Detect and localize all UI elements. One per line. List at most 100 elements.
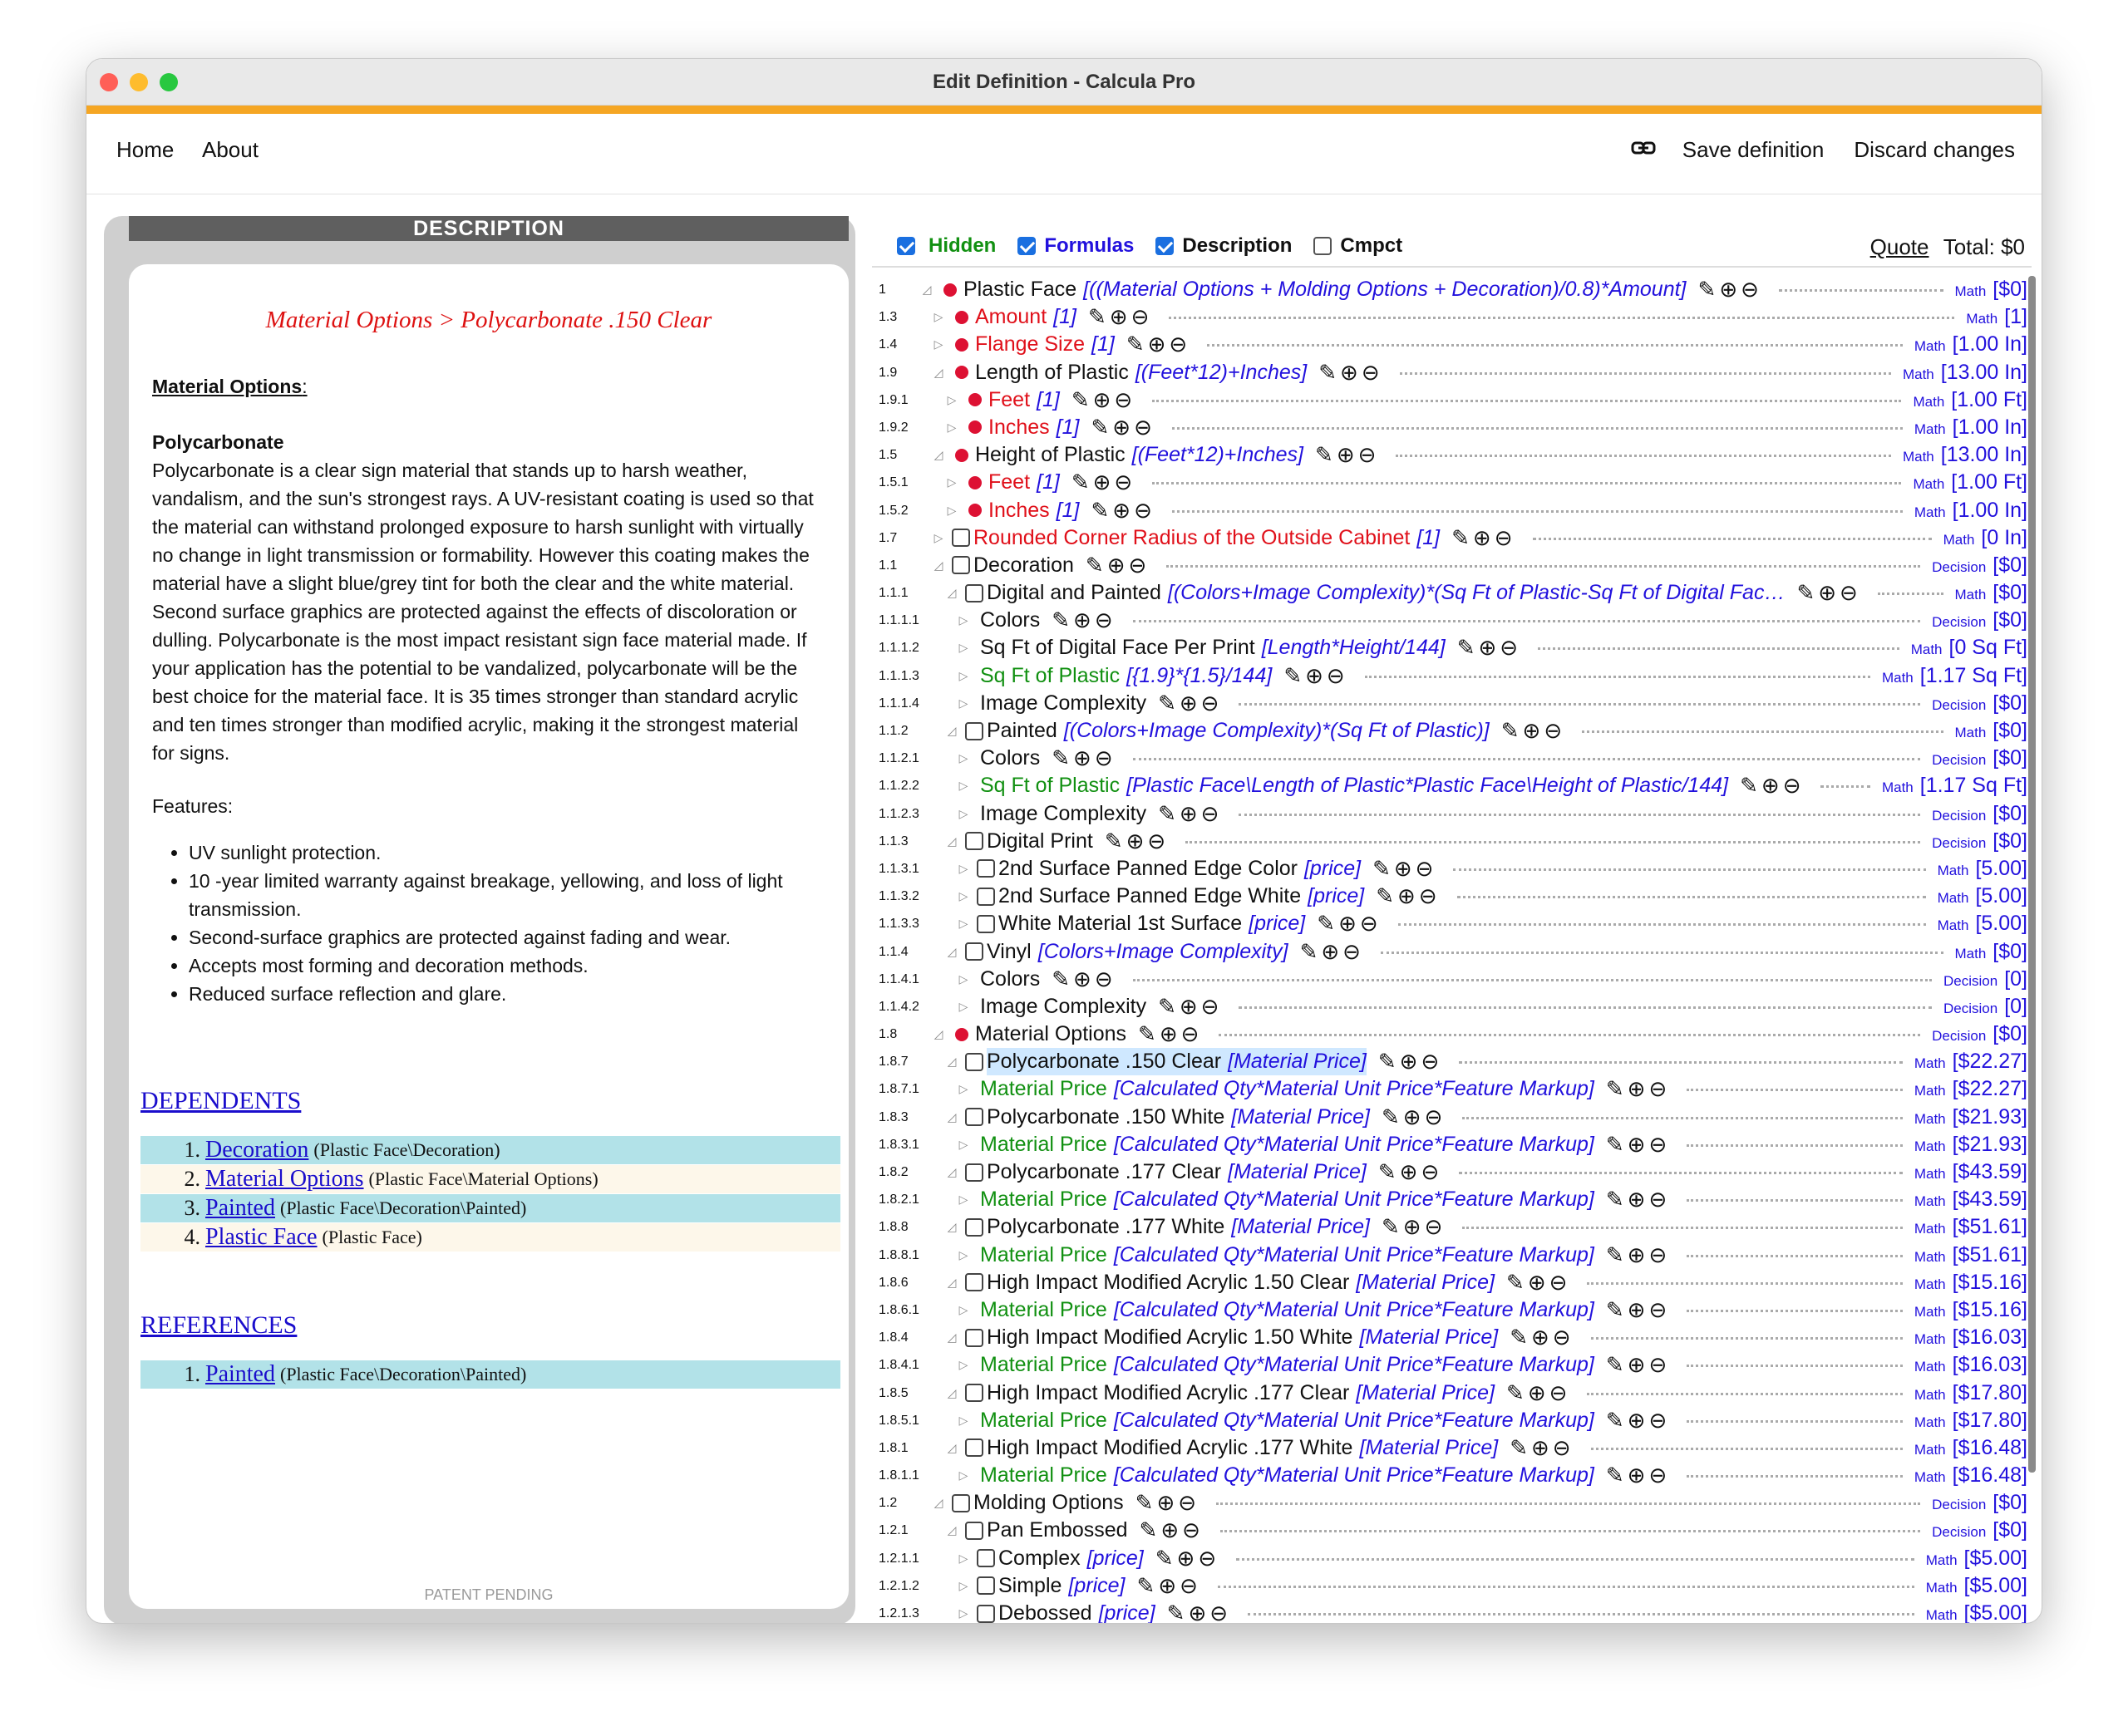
tree-row[interactable]: 1.1.3.3 ▷ White Material 1st Surface [price…	[872, 910, 2036, 940]
plus-circle-icon[interactable]: ⊕	[1321, 939, 1342, 964]
collapse-triangle-icon[interactable]: ◿	[930, 1489, 947, 1517]
collapse-triangle-icon[interactable]: ◿	[943, 579, 960, 607]
minus-circle-icon[interactable]: ⊖	[1416, 856, 1437, 881]
expand-triangle-icon[interactable]: ▷	[955, 1545, 972, 1572]
tree-row[interactable]: 1.1.1.2 ▷ Sq Ft of Digital Face Per Print[…	[872, 634, 2036, 664]
pencil-icon[interactable]: ✎	[1158, 691, 1180, 716]
tree-row[interactable]: 1.8.8.1 ▷ Material Price [Calculated Qty*Ma…	[872, 1241, 2036, 1271]
plus-circle-icon[interactable]: ⊕	[1110, 304, 1131, 329]
tree-row[interactable]: 1.1.4.1 ▷ Colors ✎⊕⊖ Decision [0]	[872, 965, 2036, 995]
pencil-icon[interactable]: ✎	[1105, 829, 1126, 853]
tree-row[interactable]: 1.1.1.3 ▷ Sq Ft of Plastic [{1.9}*{1.5}/144…	[872, 661, 2036, 691]
tree-row[interactable]: 1.4 ▷ Flange Size [1] ✎⊕⊖ Math [1.00 In]	[872, 331, 2036, 361]
tree-row[interactable]: 1.8.6.1 ▷ Material Price [Calculated Qty*Ma…	[872, 1296, 2036, 1325]
tree-row[interactable]: 1.7 ▷ Rounded Corner Radius of the Outside…	[872, 524, 2036, 553]
row-checkbox[interactable]	[977, 1604, 995, 1623]
collapse-triangle-icon[interactable]: ◿	[943, 1379, 960, 1407]
pencil-icon[interactable]: ✎	[1138, 1021, 1160, 1046]
plus-circle-icon[interactable]: ⊕	[1628, 1408, 1649, 1433]
minimize-window-button[interactable]	[130, 73, 148, 91]
expand-triangle-icon[interactable]: ▷	[955, 1351, 972, 1379]
expand-triangle-icon[interactable]: ▷	[955, 1186, 972, 1213]
pencil-icon[interactable]: ✎	[1506, 1380, 1528, 1405]
plus-circle-icon[interactable]: ⊕	[1073, 966, 1095, 991]
collapse-triangle-icon[interactable]: ◿	[943, 1324, 960, 1351]
plus-circle-icon[interactable]: ⊕	[1628, 1187, 1649, 1212]
tree-row[interactable]: 1.8 ◿ Material Options ✎⊕⊖ Decision [$0]	[872, 1020, 2036, 1050]
plus-circle-icon[interactable]: ⊕	[1073, 745, 1095, 770]
quote-link[interactable]: Quote	[1870, 234, 1929, 259]
plus-circle-icon[interactable]: ⊕	[1628, 1132, 1649, 1157]
plus-circle-icon[interactable]: ⊕	[1531, 1325, 1553, 1350]
tree-row[interactable]: 1.1.4.2 ▷ Image Complexity ✎⊕⊖ Decision [0]	[872, 992, 2036, 1022]
plus-circle-icon[interactable]: ⊕	[1073, 607, 1095, 632]
save-definition-button[interactable]: Save definition	[1682, 137, 1825, 163]
row-checkbox[interactable]	[952, 556, 970, 575]
plus-circle-icon[interactable]: ⊕	[1156, 1490, 1178, 1515]
plus-circle-icon[interactable]: ⊕	[1093, 470, 1115, 494]
plus-circle-icon[interactable]: ⊕	[1160, 1021, 1181, 1046]
minus-circle-icon[interactable]: ⊖	[1648, 1242, 1670, 1267]
minus-circle-icon[interactable]: ⊖	[1114, 387, 1135, 412]
plus-circle-icon[interactable]: ⊕	[1148, 332, 1170, 357]
pencil-icon[interactable]: ✎	[1606, 1132, 1628, 1157]
tree-row[interactable]: 1.1.2.3 ▷ Image Complexity ✎⊕⊖ Decision [$0]	[872, 799, 2036, 829]
row-checkbox[interactable]	[965, 1438, 983, 1458]
pencil-icon[interactable]: ✎	[1158, 801, 1180, 826]
plus-circle-icon[interactable]: ⊕	[1112, 498, 1134, 523]
collapse-triangle-icon[interactable]: ◿	[943, 1048, 960, 1075]
hidden-checkbox[interactable]	[897, 237, 915, 255]
minus-circle-icon[interactable]: ⊖	[1840, 580, 1861, 605]
minus-circle-icon[interactable]: ⊖	[1544, 718, 1565, 743]
item-link[interactable]: Painted	[205, 1360, 275, 1389]
pencil-icon[interactable]: ✎	[1126, 332, 1148, 357]
tree-row[interactable]: 1.8.7 ◿ Polycarbonate .150 Clear [Material …	[872, 1048, 2036, 1078]
row-checkbox[interactable]	[977, 859, 995, 878]
pencil-icon[interactable]: ✎	[1317, 911, 1338, 936]
minus-circle-icon[interactable]: ⊖	[1131, 304, 1153, 329]
expand-triangle-icon[interactable]: ▷	[955, 855, 972, 883]
minus-circle-icon[interactable]: ⊖	[1358, 442, 1380, 467]
tree-row[interactable]: 1.5 ◿ Height of Plastic [(Feet*12)+Inches] ✎…	[872, 441, 2036, 471]
minus-circle-icon[interactable]: ⊖	[1180, 1573, 1201, 1598]
pencil-icon[interactable]: ✎	[1606, 1187, 1628, 1212]
plus-circle-icon[interactable]: ⊕	[1305, 663, 1327, 688]
item-link[interactable]: Painted	[205, 1194, 275, 1222]
row-checkbox[interactable]	[952, 1493, 970, 1512]
pencil-icon[interactable]: ✎	[1091, 415, 1112, 440]
plus-circle-icon[interactable]: ⊕	[1180, 691, 1201, 716]
nav-home-link[interactable]: Home	[116, 137, 174, 163]
tree-row[interactable]: 1.2 ◿ Molding Options ✎⊕⊖ Decision [$0]	[872, 1489, 2036, 1519]
plus-circle-icon[interactable]: ⊕	[1400, 1049, 1421, 1074]
pencil-icon[interactable]: ✎	[1606, 1297, 1628, 1322]
minus-circle-icon[interactable]: ⊖	[1360, 911, 1382, 936]
row-checkbox[interactable]	[977, 1576, 995, 1596]
minus-circle-icon[interactable]: ⊖	[1648, 1352, 1670, 1377]
minus-circle-icon[interactable]: ⊖	[1147, 829, 1169, 853]
plus-circle-icon[interactable]: ⊕	[1628, 1076, 1649, 1101]
minus-circle-icon[interactable]: ⊖	[1500, 635, 1521, 660]
formulas-checkbox[interactable]	[1017, 237, 1037, 255]
tree-row[interactable]: 1.8.6 ◿ High Impact Modified Acrylic 1.50 …	[872, 1268, 2036, 1298]
row-checkbox[interactable]	[965, 1217, 983, 1237]
plus-circle-icon[interactable]: ⊕	[1818, 580, 1840, 605]
pencil-icon[interactable]: ✎	[1135, 1490, 1157, 1515]
item-link[interactable]: Decoration	[205, 1136, 308, 1164]
minus-circle-icon[interactable]: ⊖	[1553, 1435, 1574, 1460]
minus-circle-icon[interactable]: ⊖	[1134, 498, 1155, 523]
minus-circle-icon[interactable]: ⊖	[1198, 1546, 1219, 1571]
plus-circle-icon[interactable]: ⊕	[1628, 1352, 1649, 1377]
tree-row[interactable]: 1.1.2.1 ▷ Colors ✎⊕⊖ Decision [$0]	[872, 745, 2036, 775]
expand-triangle-icon[interactable]: ▷	[930, 303, 947, 331]
pencil-icon[interactable]: ✎	[1300, 939, 1322, 964]
minus-circle-icon[interactable]: ⊖	[1209, 1601, 1231, 1623]
row-checkbox[interactable]	[965, 1328, 983, 1347]
plus-circle-icon[interactable]: ⊕	[1160, 1517, 1182, 1542]
pencil-icon[interactable]: ✎	[1606, 1408, 1628, 1433]
item-link[interactable]: Plastic Face	[205, 1223, 318, 1252]
plus-circle-icon[interactable]: ⊕	[1107, 553, 1129, 578]
collapse-triangle-icon[interactable]: ◿	[943, 1104, 960, 1131]
collapse-triangle-icon[interactable]: ◿	[930, 441, 947, 469]
pencil-icon[interactable]: ✎	[1506, 1270, 1528, 1295]
expand-triangle-icon[interactable]: ▷	[955, 1600, 972, 1623]
